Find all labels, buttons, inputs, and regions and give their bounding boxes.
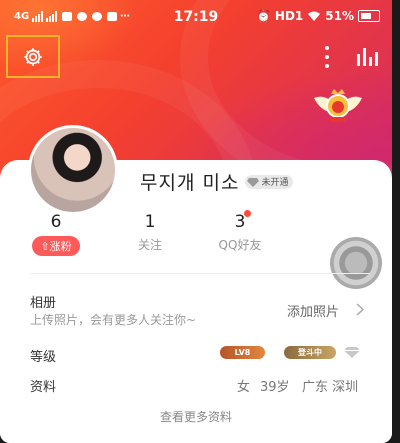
divider	[30, 273, 370, 274]
stat-value: 6	[50, 212, 62, 232]
notification-dot	[244, 210, 251, 217]
album-title: 相册	[30, 296, 57, 311]
info-age: 39岁	[260, 380, 290, 395]
info-location: 广东 深圳	[302, 380, 359, 395]
status-bar: 4G ⋯ 17:19 ⏰ HD1 51%	[0, 0, 392, 36]
settings-gear-icon	[24, 47, 42, 66]
battery-icon	[358, 10, 380, 22]
stat-following[interactable]: 1 关注	[110, 212, 190, 253]
alarm-icon: ⏰	[255, 9, 271, 23]
info-title: 资料	[30, 380, 57, 395]
level-title: 等级	[30, 350, 57, 365]
profile-screen: 4G ⋯ 17:19 ⏰ HD1 51% 무지개 미소 未开通 6 ⇧涨粉 1 …	[0, 0, 392, 443]
stat-fans[interactable]: 6 ⇧涨粉	[16, 212, 96, 256]
vip-badge-label: 未开通	[261, 178, 289, 188]
bar-chart-icon[interactable]	[357, 48, 378, 66]
rank-badge-label: 登斗中	[298, 348, 322, 357]
stat-qq-friends[interactable]: 3 QQ好友	[200, 212, 280, 253]
vip-badge[interactable]: 未开通	[245, 174, 294, 189]
floating-assist-button[interactable]	[330, 237, 382, 289]
chevron-right-icon	[356, 303, 364, 316]
hd-label: HD1	[274, 9, 304, 23]
level-badge-label: LV8	[234, 348, 251, 357]
stat-label: QQ好友	[218, 238, 262, 252]
stat-value: 3	[234, 212, 246, 232]
add-photo-link[interactable]: 添加照片	[287, 301, 339, 320]
level-badge[interactable]: LV8	[220, 346, 265, 359]
profile-name-row: 무지개 미소 未开通	[140, 168, 294, 195]
settings-button[interactable]	[6, 35, 60, 78]
profile-name: 무지개 미소	[140, 172, 240, 194]
avatar[interactable]	[28, 125, 118, 215]
stat-value: 1	[144, 212, 156, 232]
wings-emblem-icon[interactable]	[310, 84, 366, 126]
info-gender: 女	[237, 380, 251, 395]
rank-badge[interactable]: 登斗中	[284, 346, 336, 359]
stat-pill-label: ⇧涨粉	[32, 236, 80, 256]
album-subtitle: 上传照片，会有更多人关注你~	[30, 313, 197, 327]
wifi-icon	[308, 11, 321, 21]
more-vertical-icon[interactable]	[325, 46, 331, 68]
diamond-icon[interactable]	[344, 346, 360, 358]
diamond-icon	[247, 177, 260, 187]
battery-percent: 51%	[325, 9, 354, 23]
stat-label: 关注	[137, 238, 162, 252]
view-more-info-link[interactable]: 查看更多资料	[0, 408, 392, 425]
